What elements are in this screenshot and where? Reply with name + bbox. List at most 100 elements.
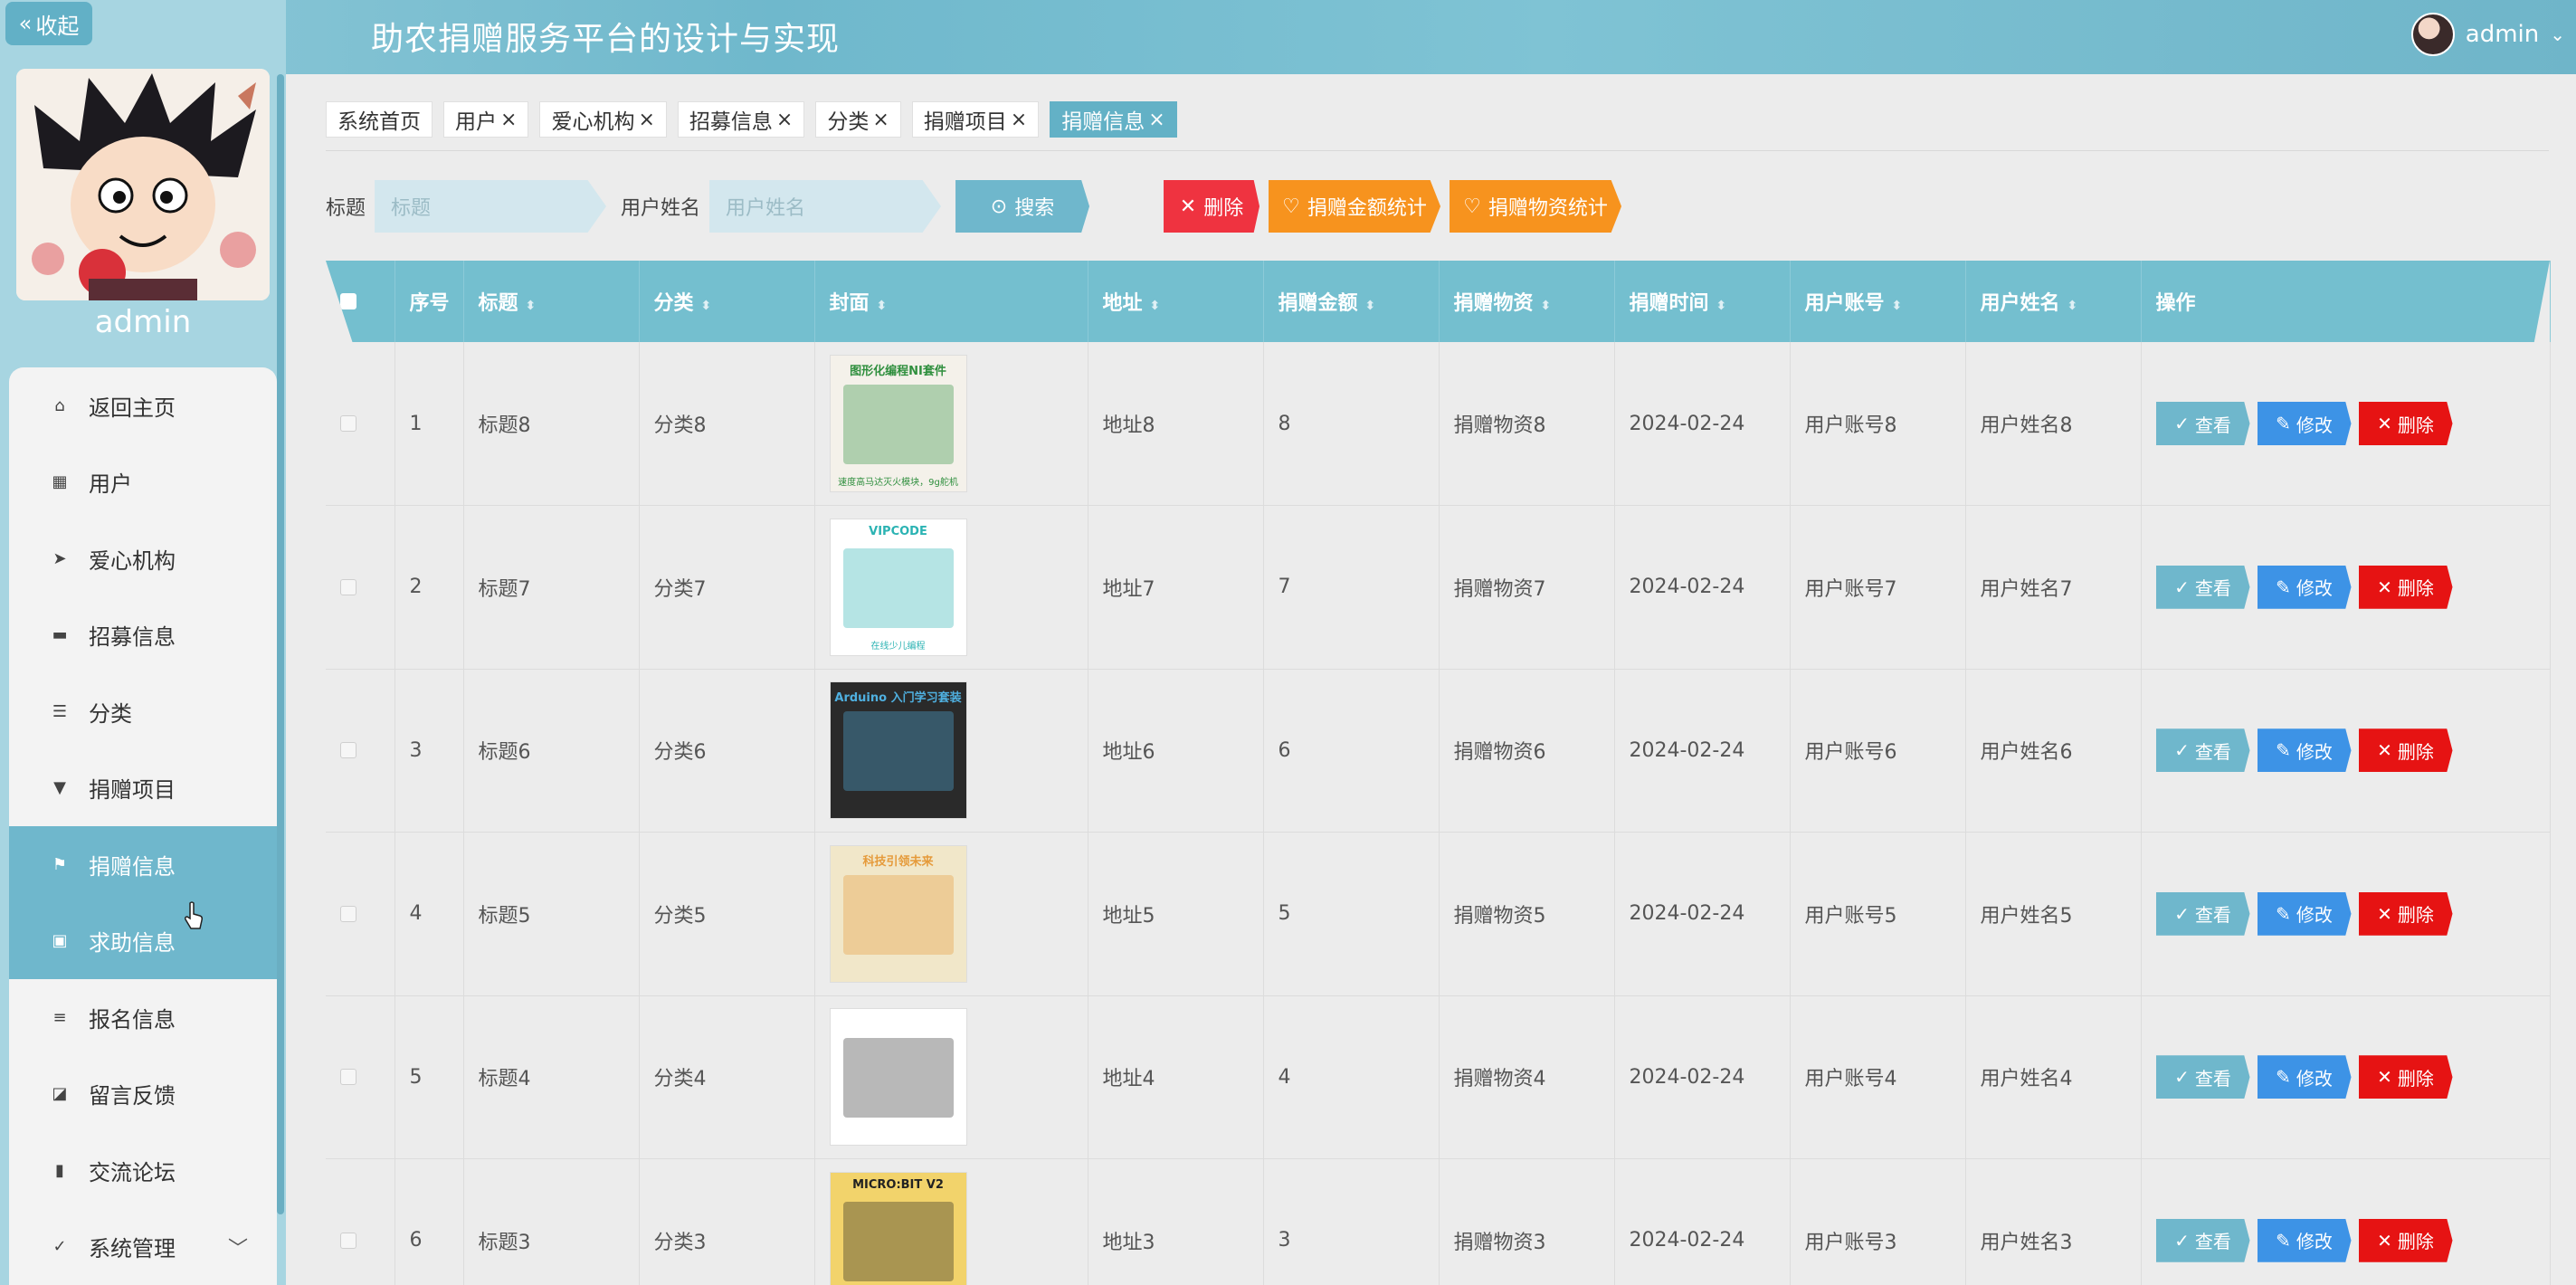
edit-button[interactable]: ✎ 修改 [2257,565,2352,609]
sidebar-item-users[interactable]: ▦ 用户 [9,444,277,521]
delete-button[interactable]: ✕ 删除 [2358,402,2453,445]
view-button[interactable]: ✓ 查看 [2155,728,2250,773]
tab-donation-info[interactable]: 捐赠信息 × [1050,101,1177,138]
col-header[interactable]: 用户账号 ⬍ [1790,261,1966,342]
sort-icon[interactable]: ⬍ [1150,299,1161,313]
close-icon[interactable]: × [1011,109,1027,131]
row-select-cell[interactable] [326,832,395,995]
view-button[interactable]: ✓ 查看 [2155,565,2250,609]
view-button[interactable]: ✓ 查看 [2155,1055,2250,1099]
tab-charity[interactable]: 爱心机构 × [539,101,667,138]
edit-button[interactable]: ✎ 修改 [2257,402,2352,445]
tab-donation-project[interactable]: 捐赠项目 × [911,101,1040,138]
sort-icon[interactable]: ⬍ [526,299,537,313]
cover-image[interactable] [829,1008,967,1147]
title-input[interactable]: 标题 [375,180,607,233]
cell-cover: VIPCODE 在线少儿编程 [814,505,1088,669]
cell-address: 地址5 [1088,832,1264,995]
sort-icon[interactable]: ⬍ [1541,299,1552,313]
cell-actions: ✓ 查看 ✎ 修改 ✕ 删除 [2141,505,2551,669]
edit-button[interactable]: ✎ 修改 [2257,1055,2352,1099]
view-button[interactable]: ✓ 查看 [2155,1218,2250,1262]
edit-button[interactable]: ✎ 修改 [2257,1218,2352,1262]
edit-button[interactable]: ✎ 修改 [2257,728,2352,773]
sort-icon[interactable]: ⬍ [1892,299,1903,313]
sort-icon[interactable]: ⬍ [1365,299,1376,313]
sidebar-scrollbar[interactable] [277,74,284,1214]
sidebar-item-category[interactable]: ☰ 分类 [9,673,277,750]
sort-icon[interactable]: ⬍ [2067,299,2078,313]
row-select-cell[interactable] [326,995,395,1159]
amount-stat-button[interactable]: ♡ 捐赠金额统计 [1269,180,1441,233]
cover-image[interactable]: VIPCODE 在线少儿编程 [829,518,967,656]
col-header[interactable]: 地址 ⬍ [1088,261,1264,342]
sidebar-item-forum[interactable]: ▮ 交流论坛 [9,1132,277,1209]
tab-category[interactable]: 分类 × [815,101,901,138]
cover-image[interactable]: Arduino 入门学习套装 [829,681,967,820]
select-all-checkbox[interactable] [340,293,356,309]
col-header[interactable]: 封面 ⬍ [814,261,1088,342]
col-header[interactable]: 捐赠物资 ⬍ [1439,261,1615,342]
close-icon[interactable]: × [638,109,654,131]
col-header[interactable]: 捐赠时间 ⬍ [1614,261,1791,342]
edit-button-label: 修改 [2296,904,2333,927]
select-all-cell[interactable] [326,261,395,342]
col-header[interactable]: 捐赠金额 ⬍ [1263,261,1440,342]
sidebar-item-system[interactable]: ✓ 系统管理 ﹀ [9,1209,277,1285]
close-icon[interactable]: × [776,109,793,131]
row-select-cell[interactable] [326,1158,395,1285]
view-button[interactable]: ✓ 查看 [2155,891,2250,936]
sidebar-item-signup[interactable]: ≡ 报名信息 [9,979,277,1056]
cover-graphic [842,874,954,955]
row-checkbox[interactable] [340,1069,356,1086]
sidebar-item-donation-project[interactable]: ▼ 捐赠项目 [9,750,277,827]
sidebar-item-home[interactable]: ⌂ 返回主页 [9,367,277,444]
sort-icon[interactable]: ⬍ [877,299,888,313]
sidebar-item-charity[interactable]: ➤ 爱心机构 [9,520,277,597]
row-select-cell[interactable] [326,505,395,669]
row-checkbox[interactable] [340,578,356,595]
collapse-button[interactable]: « 收起 [5,2,92,45]
delete-button[interactable]: ✕ 删除 [2358,1218,2453,1262]
sidebar-item-label: 报名信息 [89,1006,176,1033]
delete-button[interactable]: ✕ 删除 [2358,891,2453,936]
tab-users[interactable]: 用户 × [443,101,529,138]
search-button[interactable]: ⊙ 搜索 [955,180,1090,233]
col-header[interactable]: 用户姓名 ⬍ [1965,261,2142,342]
row-select-cell[interactable] [326,669,395,833]
row-checkbox[interactable] [340,415,356,432]
delete-button[interactable]: ✕ 删除 [2358,1055,2453,1099]
sidebar-item-feedback[interactable]: ◪ 留言反馈 [9,1056,277,1133]
tab-recruit[interactable]: 招募信息 × [677,101,805,138]
close-icon[interactable]: × [872,109,889,131]
close-icon[interactable]: × [500,109,517,131]
sidebar-item-donation-info[interactable]: ⚑ 捐赠信息 [9,826,277,903]
batch-delete-button[interactable]: ✕ 删除 [1164,180,1260,233]
view-button[interactable]: ✓ 查看 [2155,402,2250,445]
sidebar-item-recruit[interactable]: ▬ 招募信息 [9,597,277,674]
row-checkbox[interactable] [340,1232,356,1249]
sidebar-item-help-info[interactable]: ▣ 求助信息 [9,902,277,979]
cover-image[interactable]: 科技引领未来 [829,844,967,983]
row-select-cell[interactable] [326,342,395,506]
goods-stat-button[interactable]: ♡ 捐赠物资统计 [1450,180,1622,233]
delete-button[interactable]: ✕ 删除 [2358,728,2453,773]
cell-goods: 捐赠物资4 [1439,995,1615,1159]
sort-icon[interactable]: ⬍ [1716,299,1727,313]
sidebar-item-label: 求助信息 [89,930,176,957]
edit-button[interactable]: ✎ 修改 [2257,891,2352,936]
row-checkbox[interactable] [340,905,356,922]
cell-title: 标题8 [463,342,640,506]
cover-image[interactable]: 图形化编程NI套件 速度高马达灭火模块，9g舵机 [829,355,967,492]
cover-image[interactable]: MICRO:BIT V2 6大全新功能 [829,1171,967,1285]
delete-button[interactable]: ✕ 删除 [2358,565,2453,609]
col-header[interactable]: 分类 ⬍ [639,261,815,342]
row-checkbox[interactable] [340,742,356,759]
close-icon[interactable]: × [1148,109,1164,131]
col-header[interactable]: 标题 ⬍ [463,261,640,342]
username-input[interactable]: 用户姓名 [709,180,942,233]
tab-home[interactable]: 系统首页 [326,101,433,138]
user-menu[interactable]: admin ⌄ [2410,9,2565,60]
goods-stat-label: 捐赠物资统计 [1488,197,1608,220]
sort-icon[interactable]: ⬍ [701,299,712,313]
